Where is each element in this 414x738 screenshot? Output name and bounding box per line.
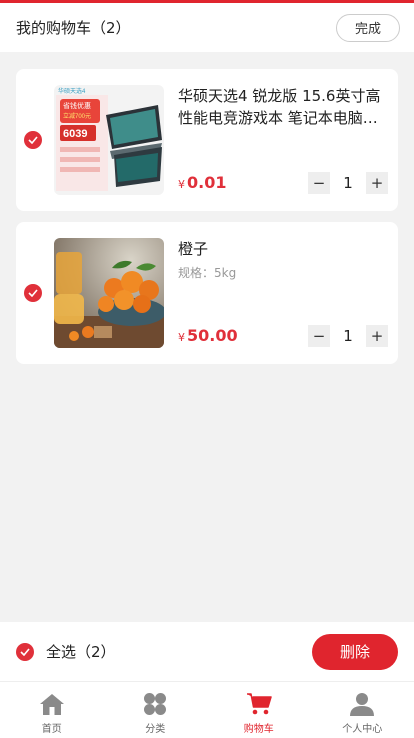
tab-label: 首页 [41,724,62,735]
user-icon [349,692,375,716]
done-button[interactable]: 完成 [336,13,400,42]
product-price: ¥50.00 [178,326,238,345]
tab-category[interactable]: 分类 [104,682,208,738]
cart-icon [246,692,272,716]
product-image-orange[interactable] [54,238,164,348]
price-value: 50.00 [187,326,238,345]
cart-footer: 全选（2） 删除 [0,622,414,682]
select-all-checkbox[interactable] [16,642,34,661]
cart-item: 橙子 规格：5kg ¥50.00 − 1 + [16,222,398,364]
thumb-promo-sub-text: 立减700元 [63,112,91,120]
product-image-laptop[interactable]: 华硕天选4 省钱优惠 立减700元 6039 [54,85,164,195]
cart-item: 华硕天选4 省钱优惠 立减700元 6039 华硕天选4 锐龙版 15.6英寸高… [16,69,398,211]
product-price: ¥0.01 [178,173,226,192]
thumb-tag-text: 华硕天选4 [58,87,86,95]
select-all-label: 全选（2） [46,643,116,661]
header: 我的购物车（2） 完成 [0,3,414,52]
delete-button[interactable]: 删除 [312,633,398,670]
tab-bar: 首页 分类 购物车 个人中心 [0,682,414,738]
item-checkbox[interactable] [24,284,42,302]
category-icon [142,692,168,716]
quantity-stepper: − 1 + [308,325,388,347]
cart-list: 华硕天选4 省钱优惠 立减700元 6039 华硕天选4 锐龙版 15.6英寸高… [16,69,398,375]
decrease-button[interactable]: − [308,172,330,194]
quantity-value[interactable]: 1 [333,174,363,192]
tab-profile[interactable]: 个人中心 [311,682,414,738]
product-name[interactable]: 橙子 [178,238,384,260]
tab-label: 分类 [145,724,166,735]
decrease-button[interactable]: − [308,325,330,347]
increase-button[interactable]: + [366,172,388,194]
check-icon [20,647,30,656]
tab-cart[interactable]: 购物车 [207,682,311,738]
quantity-stepper: − 1 + [308,172,388,194]
currency-symbol: ¥ [178,331,185,344]
select-all[interactable]: 全选（2） [16,641,116,662]
tab-label: 个人中心 [342,724,383,735]
currency-symbol: ¥ [178,178,185,191]
item-checkbox[interactable] [24,131,42,149]
tab-home[interactable]: 首页 [0,682,104,738]
quantity-value[interactable]: 1 [333,327,363,345]
product-name[interactable]: 华硕天选4 锐龙版 15.6英寸高性能电竞游戏本 笔记本电脑(R7-7735H … [178,85,384,129]
page-title: 我的购物车（2） [16,19,131,37]
check-icon [28,136,38,144]
home-icon [39,692,65,716]
price-value: 0.01 [187,173,227,192]
check-icon [28,289,38,297]
thumb-price-text: 6039 [63,128,87,140]
thumb-promo-text: 省钱优惠 [63,101,91,110]
increase-button[interactable]: + [366,325,388,347]
product-spec: 规格：5kg [178,266,237,280]
tab-label: 购物车 [243,724,274,735]
